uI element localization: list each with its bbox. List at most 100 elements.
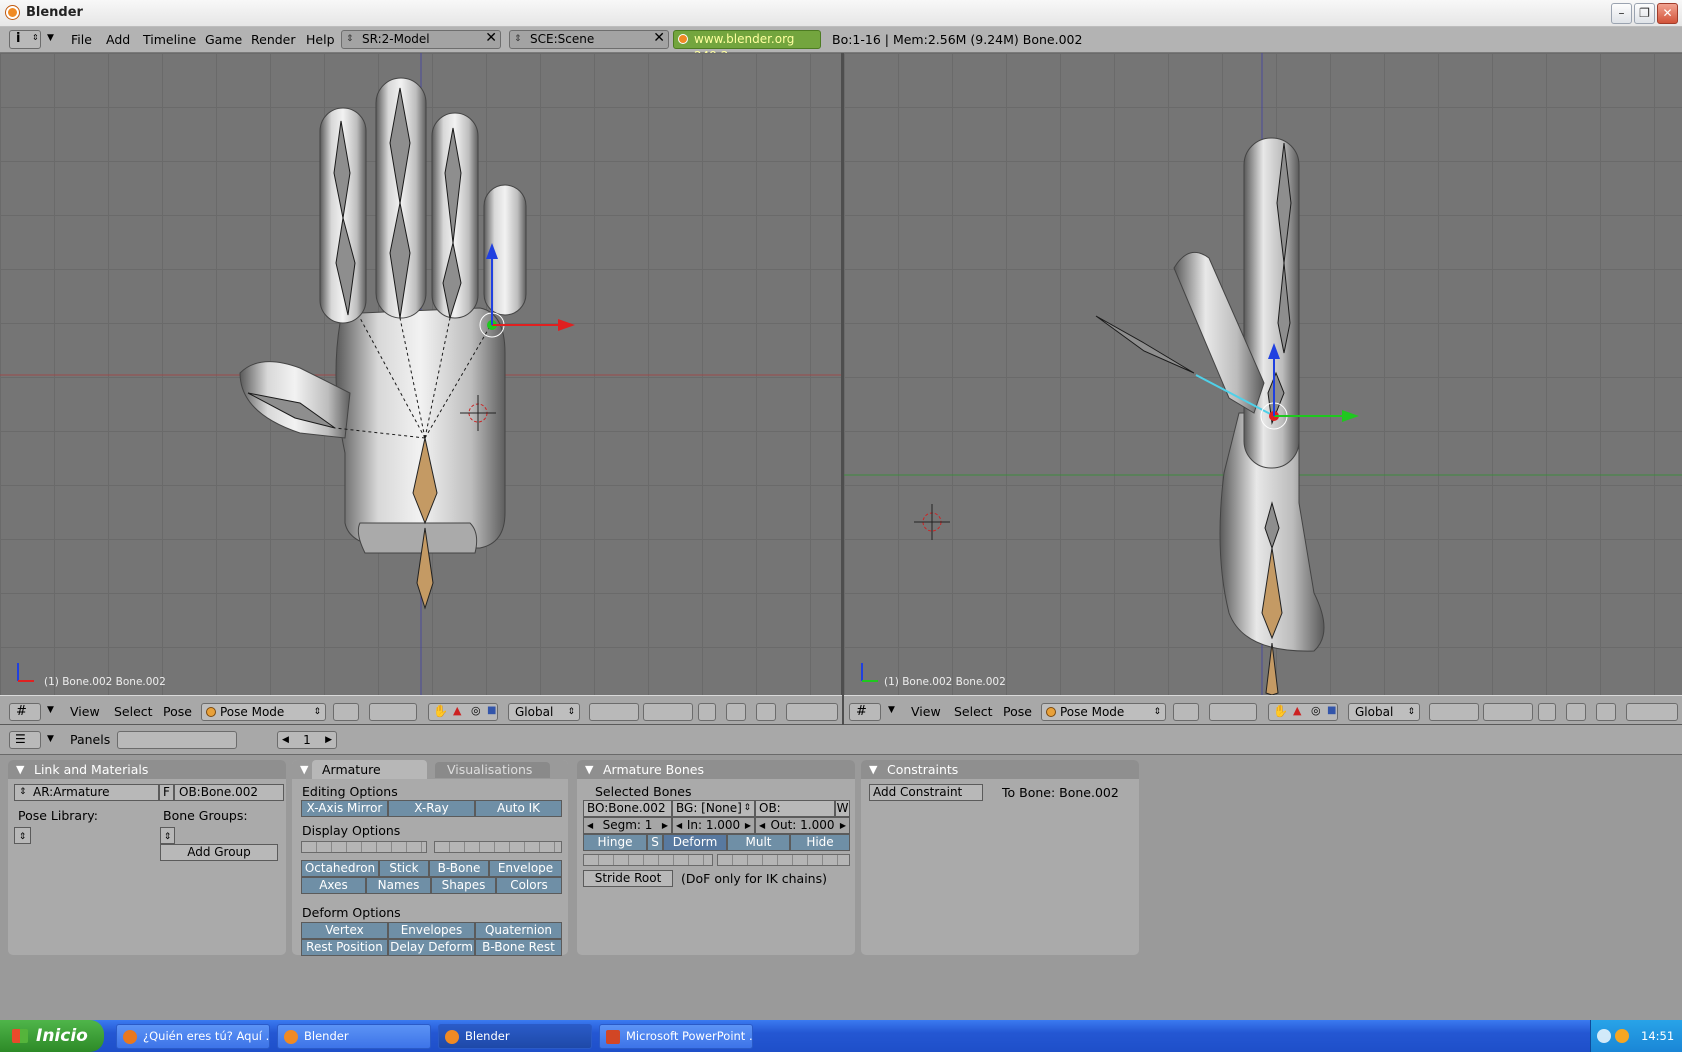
render-icon[interactable] bbox=[1596, 703, 1616, 721]
tab-visualisations[interactable]: Visualisations bbox=[435, 762, 550, 778]
bone-name-field[interactable]: BO:Bone.002 bbox=[583, 800, 672, 817]
envelopes-button[interactable]: Envelopes bbox=[388, 922, 475, 939]
orientation-selector[interactable]: Global ⇕ bbox=[1348, 703, 1420, 721]
snap-buttons[interactable] bbox=[1626, 703, 1678, 721]
snap-buttons[interactable] bbox=[786, 703, 838, 721]
mode-selector[interactable]: Pose Mode ⇕ bbox=[1041, 703, 1166, 721]
menu-pose[interactable]: Pose bbox=[1003, 704, 1032, 719]
pivot-selector[interactable] bbox=[369, 703, 417, 721]
delete-screen-icon[interactable]: ✕ bbox=[485, 30, 497, 47]
menu-pose[interactable]: Pose bbox=[163, 704, 192, 719]
names-button[interactable]: Names bbox=[366, 877, 431, 894]
octahedron-button[interactable]: Octahedron bbox=[301, 860, 379, 877]
delete-scene-icon[interactable]: ✕ bbox=[653, 30, 665, 47]
bone-layers-2[interactable] bbox=[717, 854, 850, 866]
bone-group-selector[interactable]: ⇕ bbox=[160, 827, 175, 844]
link-icon[interactable] bbox=[726, 703, 746, 721]
mult-button[interactable]: Mult bbox=[727, 834, 790, 851]
armature-datablock-field[interactable]: ⇕ AR:Armature bbox=[14, 784, 159, 801]
link-icon[interactable] bbox=[1566, 703, 1586, 721]
window-type-selector[interactable]: # bbox=[9, 703, 41, 721]
viewport-front[interactable]: (1) Bone.002 Bone.002 bbox=[0, 53, 842, 695]
menu-view[interactable]: View bbox=[911, 704, 941, 719]
render-icon[interactable] bbox=[756, 703, 776, 721]
shapes-button[interactable]: Shapes bbox=[431, 877, 496, 894]
collapse-menu-icon[interactable]: ▼ bbox=[47, 33, 54, 43]
w-button[interactable]: W bbox=[835, 800, 850, 817]
screen-selector[interactable]: ⇕ SR:2-Model ✕ bbox=[341, 30, 501, 49]
delay-deform-button[interactable]: Delay Deform bbox=[388, 939, 475, 956]
lock-icon[interactable] bbox=[1538, 703, 1556, 721]
minimize-button[interactable]: – bbox=[1611, 3, 1632, 24]
frame-number[interactable]: ◀ 1 ▶ bbox=[277, 731, 337, 749]
collapse-icon[interactable]: ▼ bbox=[300, 760, 308, 779]
menu-file[interactable]: File bbox=[71, 32, 92, 47]
close-button[interactable]: ✕ bbox=[1657, 3, 1678, 24]
taskbar-item-firefox[interactable]: ¿Quién eres tú? Aquí ... bbox=[116, 1024, 270, 1049]
menu-help[interactable]: Help bbox=[306, 32, 335, 47]
stick-button[interactable]: Stick bbox=[379, 860, 429, 877]
b-bone-button[interactable]: B-Bone bbox=[429, 860, 489, 877]
menu-timeline[interactable]: Timeline bbox=[143, 32, 196, 47]
quaternion-button[interactable]: Quaternion bbox=[475, 922, 562, 939]
ease-in-field[interactable]: ◀ In: 1.000 ▶ bbox=[672, 817, 755, 834]
colors-button[interactable]: Colors bbox=[496, 877, 562, 894]
taskbar-item-powerpoint[interactable]: Microsoft PowerPoint ... bbox=[599, 1024, 753, 1049]
layer-buttons[interactable] bbox=[1429, 703, 1479, 721]
start-button[interactable]: Inicio bbox=[0, 1020, 104, 1052]
deform-button[interactable]: Deform bbox=[663, 834, 727, 851]
bone-group-field[interactable]: BG: [None] ⇕ bbox=[672, 800, 755, 817]
window-type-selector[interactable]: i ⇕ bbox=[9, 30, 41, 49]
menu-game[interactable]: Game bbox=[205, 32, 242, 47]
object-name-field[interactable]: OB:Bone.002 bbox=[174, 784, 284, 801]
layer-buttons[interactable] bbox=[589, 703, 639, 721]
bone-layers-1[interactable] bbox=[583, 854, 713, 866]
auto-ik-button[interactable]: Auto IK bbox=[475, 800, 562, 817]
pivot-selector[interactable] bbox=[1209, 703, 1257, 721]
panel-header[interactable]: ▼ Armature Bones bbox=[577, 760, 855, 779]
bone-layers-1[interactable] bbox=[301, 841, 427, 853]
window-type-selector[interactable]: # bbox=[849, 703, 881, 721]
add-constraint-button[interactable]: Add Constraint bbox=[869, 784, 983, 801]
envelope-button[interactable]: Envelope bbox=[489, 860, 562, 877]
panel-header[interactable]: ▼ Constraints bbox=[861, 760, 1139, 779]
ease-out-field[interactable]: ◀ Out: 1.000 ▶ bbox=[755, 817, 850, 834]
tab-armature[interactable]: Armature bbox=[312, 760, 427, 779]
layer-buttons-2[interactable] bbox=[643, 703, 693, 721]
segments-field[interactable]: ◀ Segm: 1 ▶ bbox=[583, 817, 672, 834]
scene-selector[interactable]: ⇕ SCE:Scene ✕ bbox=[509, 30, 669, 49]
pose-library-selector[interactable]: ⇕ bbox=[14, 827, 31, 844]
menu-view[interactable]: View bbox=[70, 704, 100, 719]
collapse-menu-icon[interactable]: ▼ bbox=[47, 734, 54, 744]
layer-buttons-2[interactable] bbox=[1483, 703, 1533, 721]
hide-button[interactable]: Hide bbox=[790, 834, 850, 851]
restore-button[interactable]: ❐ bbox=[1634, 3, 1655, 24]
bone-layers-2[interactable] bbox=[434, 841, 562, 853]
taskbar-item-blender-2[interactable]: Blender bbox=[438, 1024, 592, 1049]
manipulator-buttons[interactable]: ✋ ▲ ◎ ■ bbox=[1268, 703, 1338, 721]
menu-select[interactable]: Select bbox=[954, 704, 993, 719]
tray-app-icon[interactable] bbox=[1615, 1029, 1629, 1043]
manipulator-buttons[interactable]: ✋ ▲ ◎ ■ bbox=[428, 703, 498, 721]
viewport-side[interactable]: (1) Bone.002 Bone.002 bbox=[844, 53, 1682, 695]
menu-add[interactable]: Add bbox=[106, 32, 130, 47]
add-group-button[interactable]: Add Group bbox=[160, 844, 278, 861]
lock-icon[interactable] bbox=[698, 703, 716, 721]
collapse-menu-icon[interactable]: ▼ bbox=[888, 705, 895, 715]
context-buttons[interactable] bbox=[117, 731, 237, 749]
mode-selector[interactable]: Pose Mode ⇕ bbox=[201, 703, 326, 721]
stride-root-button[interactable]: Stride Root bbox=[583, 870, 673, 887]
axes-button[interactable]: Axes bbox=[301, 877, 366, 894]
child-of-field[interactable]: OB: bbox=[755, 800, 835, 817]
orientation-selector[interactable]: Global ⇕ bbox=[508, 703, 580, 721]
fake-user-button[interactable]: F bbox=[159, 784, 174, 801]
hinge-button[interactable]: Hinge bbox=[583, 834, 647, 851]
rest-position-button[interactable]: Rest Position bbox=[301, 939, 388, 956]
panel-header[interactable]: ▼ Link and Materials bbox=[8, 760, 286, 779]
s-button[interactable]: S bbox=[647, 834, 663, 851]
x-ray-button[interactable]: X-Ray bbox=[388, 800, 475, 817]
menu-select[interactable]: Select bbox=[114, 704, 153, 719]
taskbar-item-blender-1[interactable]: Blender bbox=[277, 1024, 431, 1049]
x-axis-mirror-button[interactable]: X-Axis Mirror bbox=[301, 800, 388, 817]
menu-render[interactable]: Render bbox=[251, 32, 296, 47]
